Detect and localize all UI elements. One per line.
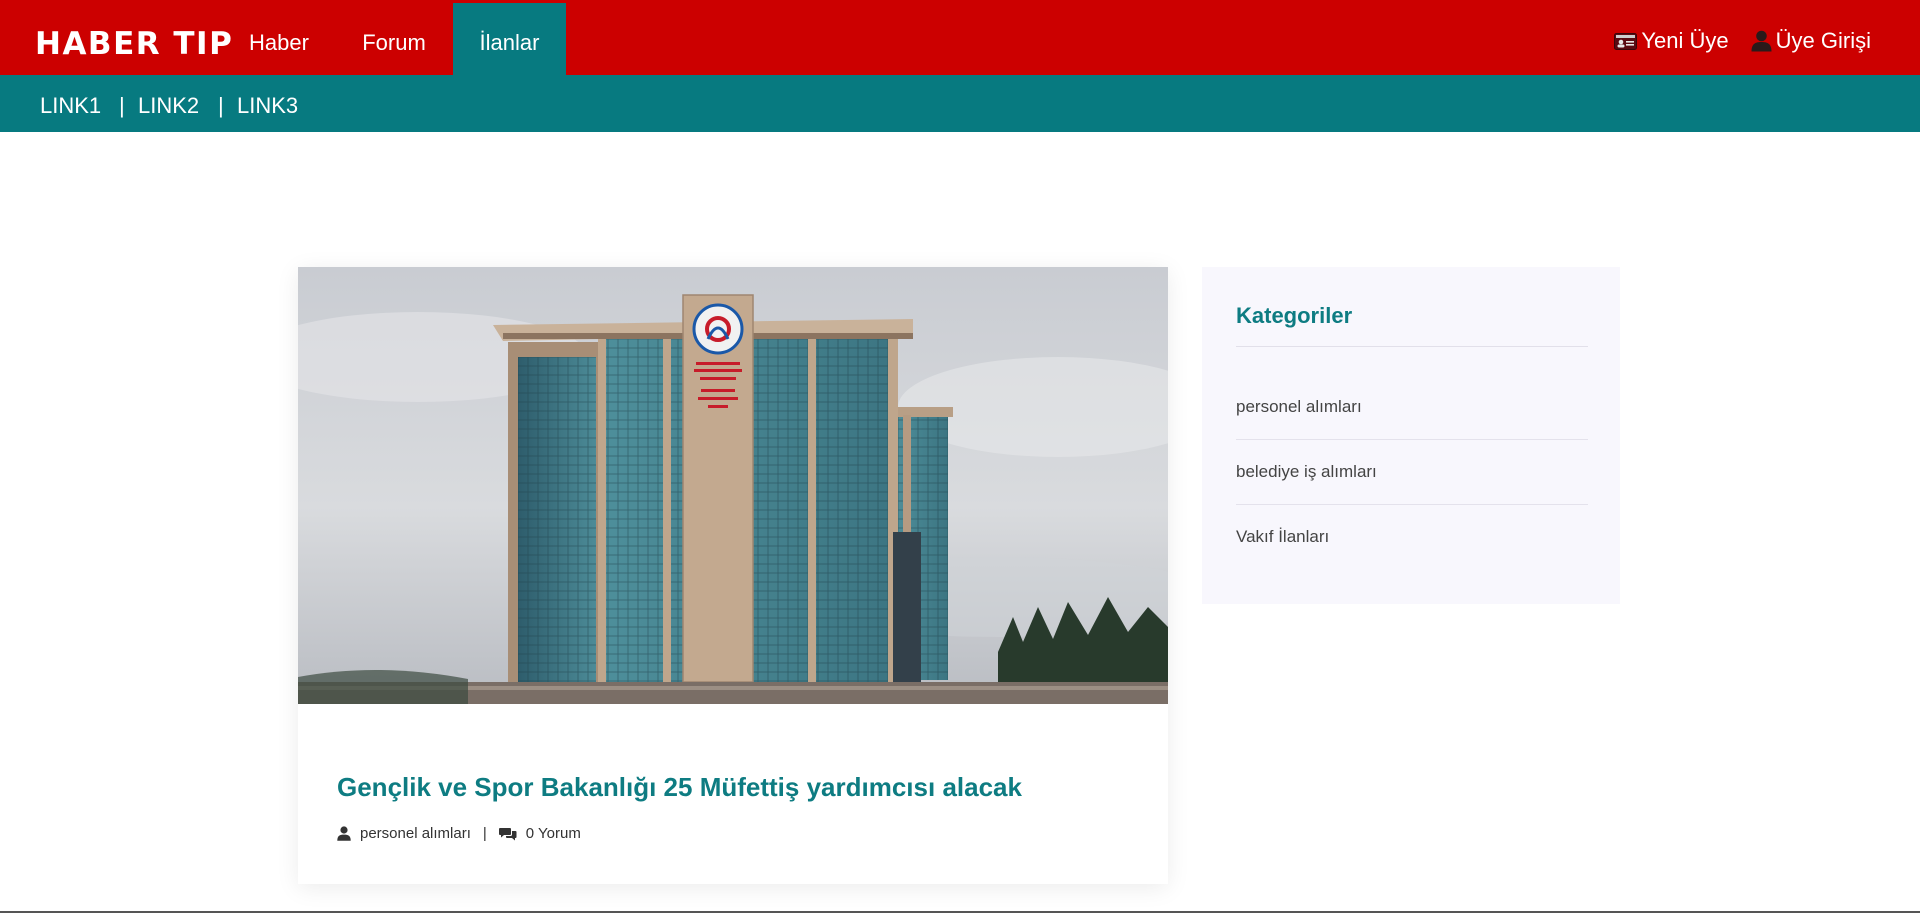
subnav-separator: | (119, 93, 125, 118)
site-logo[interactable]: HABER TIP (35, 26, 233, 62)
login-link[interactable]: Üye Girişi (1751, 28, 1871, 54)
category-label: Vakıf İlanları (1236, 527, 1330, 546)
nav-haber[interactable]: Haber (230, 0, 328, 75)
sidebar-title: Kategoriler (1236, 303, 1353, 328)
comments-icon (498, 827, 517, 840)
register-link[interactable]: Yeni Üye (1614, 28, 1729, 54)
meta-separator: | (482, 825, 487, 842)
subnav-link-2[interactable]: LINK2 (138, 93, 199, 119)
sub-navbar: LINK1 | LINK2 | LINK3 (0, 75, 1920, 132)
id-card-icon (1614, 32, 1638, 50)
category-label: belediye iş alımları (1236, 462, 1377, 481)
subnav-link-1[interactable]: LINK1 (40, 93, 101, 119)
top-navbar: HABER TIP Haber Forum İlanlar Yeni Üye Ü… (0, 0, 1920, 75)
article-image[interactable] (298, 267, 1168, 704)
register-label: Yeni Üye (1641, 28, 1729, 53)
subnav-separator: | (218, 93, 224, 118)
article-card: Gençlik ve Spor Bakanlığı 25 Müfettiş ya… (298, 267, 1168, 884)
category-belediye-is-alimlari[interactable]: belediye iş alımları (1236, 440, 1588, 505)
article-category[interactable]: personel alımları (360, 825, 471, 842)
categories-sidebar: Kategoriler personel alımları belediye i… (1202, 267, 1620, 604)
nav-ilanlar-active[interactable]: İlanlar (453, 3, 566, 75)
user-links: Yeni Üye Üye Girişi (1614, 28, 1871, 54)
sidebar-divider (1236, 346, 1588, 347)
user-icon (337, 826, 351, 841)
login-label: Üye Girişi (1775, 28, 1871, 53)
user-icon (1751, 30, 1772, 52)
article-comments[interactable]: 0 Yorum (526, 825, 581, 842)
subnav-link-3[interactable]: LINK3 (237, 93, 298, 119)
article-title[interactable]: Gençlik ve Spor Bakanlığı 25 Müfettiş ya… (337, 772, 1022, 803)
article-meta: personel alımları | 0 Yorum (337, 825, 581, 842)
category-personel-alimlari[interactable]: personel alımları (1236, 375, 1588, 440)
nav-forum[interactable]: Forum (340, 0, 448, 75)
category-vakif-ilanlari[interactable]: Vakıf İlanları (1236, 505, 1588, 570)
category-label: personel alımları (1236, 397, 1362, 416)
